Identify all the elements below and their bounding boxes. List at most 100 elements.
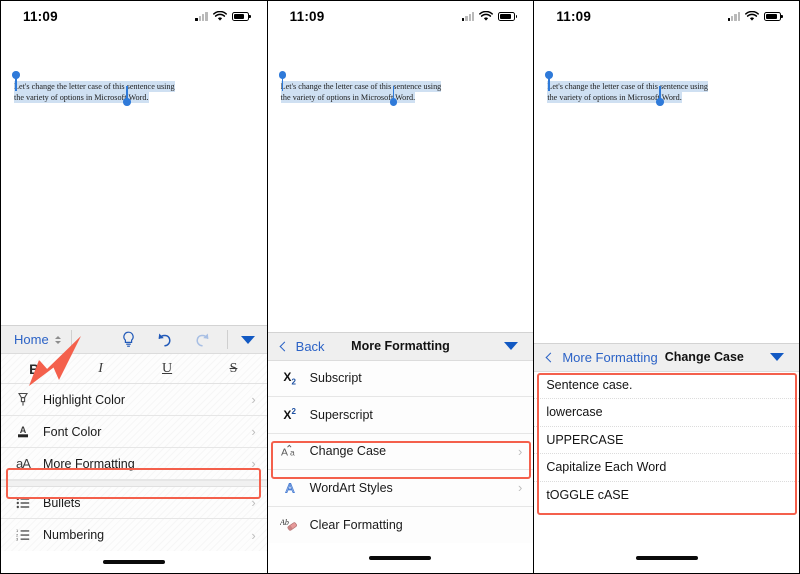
strikethrough-button[interactable]: S (200, 354, 266, 383)
change-case-options-list: Sentence case. lowercase UPPERCASE Capit… (534, 371, 799, 510)
change-case-icon: A a (278, 444, 302, 458)
menu-item-bullets[interactable]: Bullets › (1, 487, 267, 519)
aa-format-icon: aA (16, 456, 31, 471)
ribbon-tab-home[interactable]: Home (14, 332, 49, 347)
menu-item-wordart-styles[interactable]: A WordArt Styles › (267, 470, 534, 507)
menu-item-subscript[interactable]: X2 Subscript (267, 361, 534, 397)
chevron-right-icon: › (251, 527, 256, 543)
option-capitalize-each-word[interactable]: Capitalize Each Word (534, 454, 799, 482)
svg-text:A: A (20, 425, 27, 435)
menu-item-more-formatting[interactable]: aA More Formatting › (1, 448, 267, 480)
highlighter-icon (11, 392, 35, 407)
chevron-right-icon: › (251, 424, 256, 439)
back-chevron-icon[interactable] (545, 352, 556, 362)
redo-icon (196, 333, 209, 347)
cellular-signal-icon (462, 11, 475, 21)
italic-button[interactable]: I (67, 354, 133, 383)
ribbon-panel: More Formatting Change Case Sentence cas… (534, 342, 799, 573)
document-canvas[interactable]: Let's change the letter case of this sen… (267, 31, 534, 332)
three-panel-screenshot: 11:09 Let's change the letter case of th… (0, 0, 800, 574)
caret-down-icon[interactable] (240, 335, 255, 344)
selection-handle-start[interactable] (545, 71, 553, 91)
svg-text:3: 3 (16, 536, 19, 541)
back-button[interactable]: Back (296, 339, 325, 354)
menu-item-label: Change Case (309, 444, 387, 459)
numbered-list-icon: 1 2 3 (11, 529, 35, 541)
menu-item-label: Bullets (43, 495, 81, 510)
document-text: Let's change the letter case of this sen… (14, 81, 184, 104)
bullet-list-icon (11, 497, 35, 509)
home-indicator (369, 556, 432, 560)
menu-item-superscript[interactable]: X2 Superscript (267, 397, 534, 434)
menu-item-label: More Formatting (43, 456, 135, 471)
wifi-icon (745, 10, 759, 21)
back-button[interactable]: More Formatting (562, 350, 657, 365)
cellular-signal-icon (195, 11, 208, 21)
document-text: Let's change the letter case of this sen… (280, 81, 451, 104)
cellular-signal-icon (727, 11, 740, 21)
ribbon-action-icons (122, 331, 211, 348)
back-chevron-icon[interactable] (279, 341, 290, 351)
selection-handle-end[interactable] (123, 86, 131, 106)
menu-item-change-case[interactable]: A a Change Case › (267, 434, 534, 470)
selected-text-line1: Let's change the letter case of this sen… (14, 81, 175, 92)
selection-handle-end[interactable] (656, 86, 664, 106)
option-lowercase[interactable]: lowercase (534, 399, 799, 427)
svg-text:Ab: Ab (280, 518, 289, 527)
selection-handle-start[interactable] (278, 71, 287, 91)
chevron-right-icon: › (517, 443, 523, 459)
home-indicator (102, 560, 165, 564)
wifi-icon (479, 10, 494, 21)
up-down-chevron-icon[interactable] (54, 335, 61, 344)
chevron-right-icon: › (251, 495, 256, 510)
clear-formatting-icon: Ab (278, 517, 302, 532)
document-canvas[interactable]: Let's change the letter case of this sen… (1, 31, 267, 386)
lightbulb-icon[interactable] (122, 331, 135, 348)
underline-button[interactable]: U (134, 354, 200, 383)
menu-item-label: WordArt Styles (309, 480, 393, 495)
home-indicator-area (267, 543, 534, 573)
selection-handle-start[interactable] (12, 71, 20, 91)
option-toggle-case[interactable]: tOGGLE cASE (534, 482, 799, 510)
caret-down-icon[interactable] (769, 353, 784, 361)
status-bar: 11:09 (1, 1, 267, 31)
menu-item-numbering[interactable]: 1 2 3 Numbering › (1, 519, 267, 551)
bold-button[interactable]: B (1, 354, 67, 383)
panel-more-formatting: 11:09 Let's change the letter case of th… (266, 0, 534, 574)
formatting-menu-list: Highlight Color › A Font Color › aA More… (1, 384, 267, 551)
ribbon-divider (70, 329, 72, 350)
menu-item-label: Numbering (43, 528, 105, 542)
document-canvas[interactable]: Let's change the letter case of this sen… (534, 31, 799, 343)
status-icon-group (195, 10, 251, 22)
battery-icon (763, 11, 783, 21)
ribbon-title: Change Case (664, 350, 744, 364)
menu-item-label: Subscript (309, 371, 362, 386)
home-indicator (635, 556, 698, 560)
status-time: 11:09 (23, 8, 58, 24)
panel-home-ribbon: 11:09 Let's change the letter case of th… (0, 0, 267, 574)
wifi-icon (212, 10, 227, 21)
option-uppercase[interactable]: UPPERCASE (534, 427, 799, 454)
menu-item-clear-formatting[interactable]: Ab Clear Formatting (268, 507, 534, 544)
battery-icon (231, 11, 251, 21)
menu-item-font-color[interactable]: A Font Color › (1, 416, 267, 448)
svg-text:A: A (281, 447, 288, 459)
menu-item-label: Highlight Color (43, 392, 125, 407)
option-sentence-case[interactable]: Sentence case. (534, 372, 799, 399)
status-time: 11:09 (289, 8, 325, 24)
status-icon-group (727, 10, 783, 22)
ribbon-panel: Back More Formatting X2 Subscript X2 Sup… (267, 331, 534, 573)
caret-down-icon[interactable] (504, 342, 519, 350)
quick-format-row: B I U S (1, 354, 267, 384)
superscript-icon: X2 (283, 407, 296, 423)
menu-item-highlight-color[interactable]: Highlight Color › (1, 384, 267, 416)
status-bar: 11:09 (534, 1, 799, 31)
undo-icon[interactable] (156, 332, 173, 348)
ribbon-header: Home (1, 326, 267, 354)
status-time: 11:09 (556, 8, 592, 24)
menu-item-label: Superscript (309, 407, 373, 422)
font-color-icon: A (11, 424, 35, 439)
selection-handle-end[interactable] (389, 86, 398, 106)
chevron-right-icon: › (517, 480, 523, 496)
battery-icon (498, 11, 518, 21)
